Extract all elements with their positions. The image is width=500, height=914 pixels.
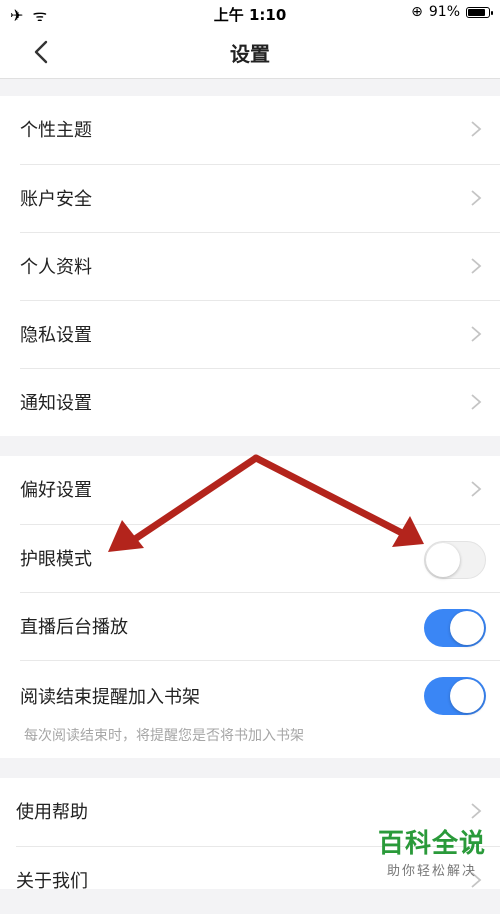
row-label: 个人资料 — [20, 257, 92, 278]
row-label: 阅读结束提醒加入书架 — [20, 687, 200, 708]
settings-group-preferences: 偏好设置 护眼模式 直播后台播放 阅读结束提醒加入书架 每次阅读结束时，将提醒您… — [0, 456, 500, 758]
status-right: ⊕ 91% — [411, 4, 493, 20]
orientation-lock-icon: ⊕ — [411, 4, 423, 20]
row-account-security[interactable]: 账户安全 — [20, 164, 500, 232]
row-label: 直播后台播放 — [20, 617, 128, 638]
row-bookshelf-reminder: 阅读结束提醒加入书架 每次阅读结束时，将提醒您是否将书加入书架 — [20, 660, 500, 758]
toggle-knob — [450, 679, 484, 713]
status-bar: ✈ ᯤ 上午 1:10 ⊕ 91% — [0, 0, 500, 26]
row-label: 偏好设置 — [20, 480, 92, 501]
watermark-title: 百科全说 — [377, 829, 486, 859]
chevron-right-icon — [471, 803, 482, 819]
row-label: 个性主题 — [20, 120, 92, 141]
nav-bar: 设置 — [0, 26, 500, 79]
row-description: 每次阅读结束时，将提醒您是否将书加入书架 — [24, 728, 304, 744]
chevron-right-icon — [471, 394, 482, 410]
row-label: 关于我们 — [16, 871, 88, 892]
chevron-right-icon — [471, 121, 482, 137]
row-notifications[interactable]: 通知设置 — [20, 368, 500, 436]
chevron-right-icon — [471, 481, 482, 497]
row-label: 使用帮助 — [16, 802, 88, 823]
settings-group-account: 个性主题 账户安全 个人资料 隐私设置 通知设置 — [0, 96, 500, 436]
row-privacy[interactable]: 隐私设置 — [20, 300, 500, 368]
watermark-logo: 百科全说 助你轻松解决 — [378, 823, 486, 879]
row-eye-protection: 护眼模式 — [20, 524, 500, 592]
row-profile[interactable]: 个人资料 — [20, 232, 500, 300]
battery-icon — [466, 6, 493, 18]
row-preferences[interactable]: 偏好设置 — [20, 456, 500, 524]
chevron-right-icon — [471, 258, 482, 274]
row-label: 账户安全 — [20, 189, 92, 210]
chevron-right-icon — [471, 190, 482, 206]
bookshelf-reminder-toggle[interactable] — [424, 677, 486, 715]
live-background-toggle[interactable] — [424, 609, 486, 647]
page-title: 设置 — [230, 42, 270, 66]
toggle-knob — [426, 543, 460, 577]
row-live-background-play: 直播后台播放 — [20, 592, 500, 660]
eye-protection-toggle[interactable] — [424, 541, 486, 579]
row-label: 护眼模式 — [20, 549, 92, 570]
row-theme[interactable]: 个性主题 — [20, 96, 500, 164]
row-label: 隐私设置 — [20, 325, 92, 346]
battery-percent: 91% — [428, 4, 460, 20]
row-label: 通知设置 — [20, 393, 92, 414]
toggle-knob — [450, 611, 484, 645]
watermark-subtitle: 助你轻松解决 — [386, 864, 477, 879]
chevron-right-icon — [471, 326, 482, 342]
